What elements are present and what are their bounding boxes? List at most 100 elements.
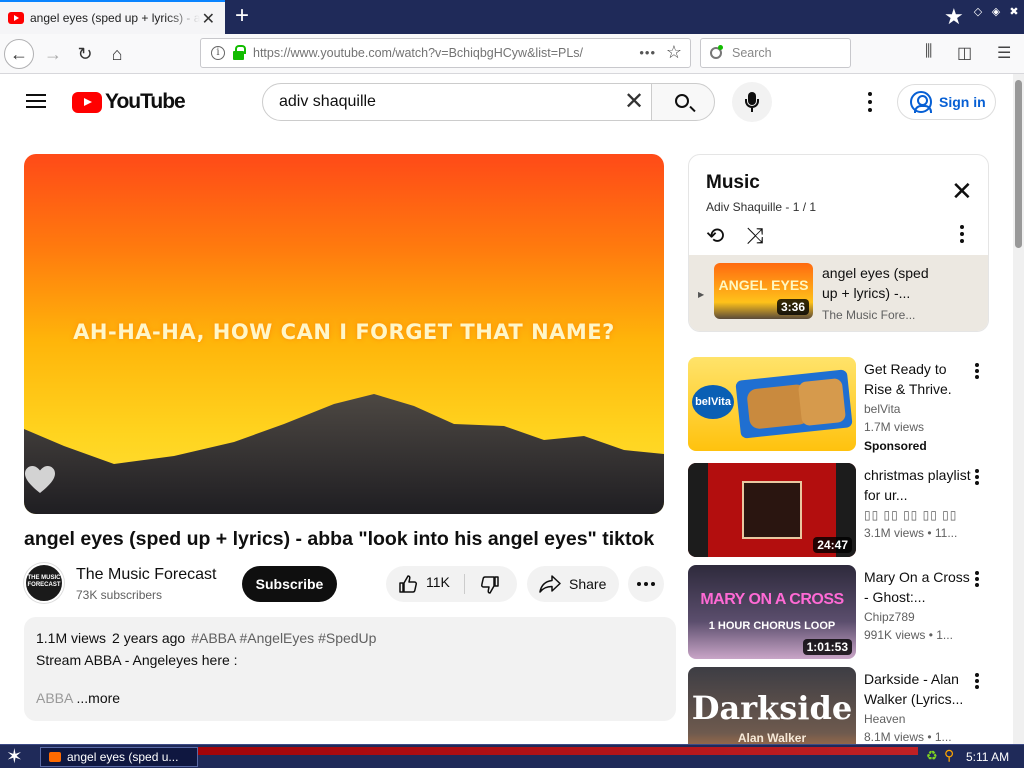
biscuit-pack-image	[735, 369, 853, 439]
new-tab-button[interactable]: +	[230, 3, 254, 29]
settings-more-button[interactable]	[862, 92, 878, 112]
close-playlist-icon[interactable]: ✕	[951, 178, 973, 204]
youtube-favicon-icon	[8, 12, 24, 24]
account-icon	[910, 91, 932, 113]
like-count[interactable]: 11K	[426, 574, 450, 590]
hashtags[interactable]: #ABBA #AngelEyes #SpedUp	[191, 630, 376, 646]
share-button[interactable]: Share	[527, 566, 619, 602]
video-thumbnail[interactable]: 24:47	[688, 463, 856, 557]
recommendation-channel-glyphs: ▯▯ ▯▯ ▯▯ ▯▯ ▯▯	[864, 508, 958, 522]
description-box[interactable]: 1.1M views 2 years ago #ABBA #AngelEyes …	[24, 617, 676, 721]
search-button[interactable]	[651, 83, 715, 121]
sidebar-icon[interactable]: ◫	[957, 43, 972, 63]
url-bar[interactable]: i https://www.youtube.com/watch?v=Bchiqb…	[200, 38, 691, 68]
recommendation-views: 8.1M views • 1...	[864, 730, 952, 744]
recommendation-title: Mary On a Cross - Ghost:...	[864, 569, 970, 605]
duration-badge: 3:36	[776, 299, 809, 315]
start-menu-icon[interactable]: ✶	[6, 744, 23, 769]
taskbar-window-button[interactable]: angel eyes (sped u...	[40, 747, 198, 767]
clear-search-icon[interactable]: ✕	[624, 90, 644, 114]
bookmark-star-icon[interactable]: ☆	[666, 42, 682, 63]
window-minimize-button[interactable]: ◇	[972, 6, 984, 18]
video-player[interactable]: AH-HA-HA, HOW CAN I FORGET THAT NAME?	[24, 154, 664, 514]
taskbar-accent	[198, 747, 918, 755]
thumbs-down-icon[interactable]	[480, 575, 500, 595]
firefox-icon	[49, 752, 61, 762]
scrollbar-thumb[interactable]	[1015, 80, 1022, 248]
like-dislike-group	[386, 566, 517, 602]
youtube-play-icon	[72, 91, 102, 113]
shuffle-icon[interactable]: ⤨	[746, 223, 764, 249]
playlist-item[interactable]: ▶ ANGEL EYES 3:36 angel eyes (sped up + l…	[689, 255, 988, 331]
browser-tab-strip: angel eyes (sped up + lyrics) - abba "lo…	[0, 0, 1024, 34]
video-title: angel eyes (sped up + lyrics) - abba "lo…	[24, 528, 655, 550]
arrow-right-icon: →	[44, 43, 62, 64]
lock-icon	[233, 44, 246, 60]
sponsored-badge: Sponsored	[864, 439, 927, 453]
browser-search-field[interactable]: Search	[700, 38, 851, 68]
search-tray-icon[interactable]: ⚲	[944, 747, 954, 764]
recommendation-ad[interactable]: belVita Get Ready to Rise & Thrive. belV…	[688, 357, 998, 453]
recommendation-views: 3.1M views • 11...	[864, 526, 958, 540]
thumbs-up-icon[interactable]	[398, 574, 418, 594]
back-button[interactable]: ←	[4, 39, 34, 69]
recommendation-views: 991K views • 1...	[864, 628, 953, 642]
browser-nav-bar: ← → ↻ ⌂ i https://www.youtube.com/watch?…	[0, 34, 1024, 74]
show-more-link[interactable]: ...more	[76, 690, 120, 706]
recommendation-title: christmas playlist for ur...	[864, 467, 971, 503]
recommendation-menu-button[interactable]	[974, 469, 980, 485]
playlist-menu-button[interactable]	[959, 225, 965, 243]
taskbar-clock: 5:11 AM	[966, 750, 1010, 764]
recommendation-channel: belVita	[864, 402, 901, 416]
recommendation-menu-button[interactable]	[974, 673, 980, 689]
hamburger-menu-icon[interactable]: ☰	[997, 43, 1011, 63]
recommendation-views: 1.7M views	[864, 420, 925, 434]
recommendation-video[interactable]: MARY ON A CROSS 1 HOUR CHORUS LOOP 1:01:…	[688, 565, 998, 659]
playlist-subtitle: Adiv Shaquille - 1 / 1	[706, 200, 817, 214]
browser-tab-active[interactable]: angel eyes (sped up + lyrics) - abba "lo…	[0, 0, 225, 34]
window-close-button[interactable]: ✖	[1008, 6, 1020, 18]
arrow-left-icon: ←	[10, 43, 28, 64]
library-icon[interactable]: ⫼	[925, 43, 932, 61]
search-input[interactable]: adiv shaquille	[262, 83, 652, 121]
ad-thumbnail[interactable]: belVita	[688, 357, 856, 451]
sign-in-button[interactable]: Sign in	[897, 84, 996, 120]
view-count: 1.1M views	[36, 630, 107, 646]
playlist-item-thumbnail[interactable]: ANGEL EYES 3:36	[714, 263, 813, 319]
recommendation-channel: Heaven	[864, 712, 906, 726]
recommendation-video[interactable]: 24:47 christmas playlist for ur... ▯▯ ▯▯…	[688, 463, 998, 557]
youtube-logo[interactable]: YouTube	[72, 90, 186, 114]
more-actions-button[interactable]	[628, 566, 664, 602]
info-icon[interactable]: i	[211, 46, 225, 60]
loop-icon[interactable]: ⟲	[706, 223, 724, 249]
like-divider	[464, 574, 465, 594]
recommendation-title: Get Ready to Rise & Thrive.	[864, 361, 952, 397]
window-maximize-button[interactable]: ◈	[990, 6, 1002, 18]
duration-badge: 24:47	[813, 537, 852, 553]
mountain-silhouette	[24, 394, 664, 514]
duration-badge: 1:01:53	[802, 639, 852, 655]
search-placeholder: Search	[732, 46, 772, 60]
voice-search-button[interactable]	[732, 82, 772, 122]
description-line: Stream ABBA - Angeleyes here :	[36, 652, 238, 668]
recommendation-menu-button[interactable]	[974, 363, 980, 379]
forward-button[interactable]: →	[38, 39, 68, 69]
home-button[interactable]: ⌂	[102, 39, 132, 69]
channel-avatar[interactable]: THE MUSIC FORECAST	[24, 563, 64, 603]
url-text[interactable]: https://www.youtube.com/watch?v=BchiqbgH…	[253, 46, 598, 60]
subscriber-count: 73K subscribers	[76, 588, 163, 602]
page-actions-button[interactable]: •••	[639, 45, 656, 60]
close-tab-icon[interactable]: ✕	[202, 9, 215, 29]
tab-title: angel eyes (sped up + lyrics) - abba "lo…	[30, 11, 200, 25]
network-tray-icon[interactable]: ♻	[926, 748, 938, 764]
playlist-item-channel: The Music Fore...	[822, 308, 916, 322]
video-thumbnail[interactable]: MARY ON A CROSS 1 HOUR CHORUS LOOP 1:01:…	[688, 565, 856, 659]
guide-menu-button[interactable]	[26, 94, 46, 110]
reload-button[interactable]: ↻	[70, 39, 100, 69]
playlist-panel: Music Adiv Shaquille - 1 / 1 ✕ ⟲ ⤨ ▶ ANG…	[688, 154, 989, 332]
channel-name[interactable]: The Music Forecast	[76, 566, 216, 584]
recommendation-menu-button[interactable]	[974, 571, 980, 587]
playlist-title[interactable]: Music	[706, 172, 760, 194]
share-arrow-icon	[539, 575, 561, 593]
subscribe-button[interactable]: Subscribe	[242, 566, 337, 602]
